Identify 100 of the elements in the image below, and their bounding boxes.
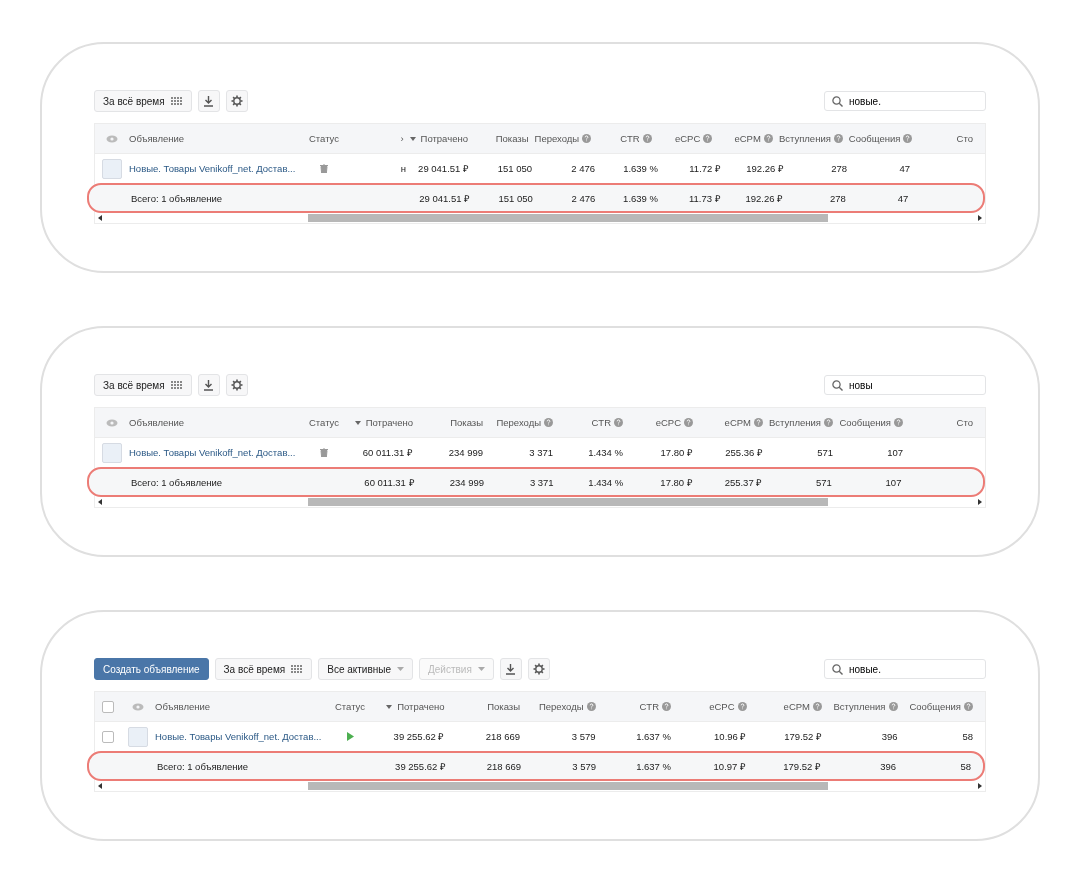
table-cell: 29 041.51 ₽ [418,162,469,175]
table-cell: 107 [887,447,903,458]
scrollbar-thumb[interactable] [308,214,828,222]
scroll-right-icon[interactable] [978,499,982,505]
table-cell: 218 669 [485,731,520,742]
table-cell: 571 [817,447,833,458]
period-button[interactable]: За всё время [214,658,313,680]
column-header[interactable]: Статус [335,701,365,712]
help-icon[interactable] [737,702,747,711]
help-icon[interactable] [754,418,763,427]
help-icon[interactable] [642,134,652,143]
column-header[interactable]: Потрачено [386,701,451,712]
dropdown-button[interactable]: Все активные [318,658,414,680]
column-header[interactable]: Показы [495,133,535,144]
scroll-left-icon[interactable] [98,499,102,505]
help-icon[interactable] [582,134,592,143]
column-header[interactable]: Сообщения [848,133,919,144]
column-header[interactable]: Статус [309,133,339,144]
column-header[interactable]: Статус [309,417,339,428]
table-cell: 179.52 ₽ [783,759,821,773]
settings-button[interactable] [225,90,248,112]
create-ad-button[interactable]: Создать объявление [94,658,209,680]
scroll-right-icon[interactable] [978,215,982,221]
table-cell: 396 [880,760,896,772]
ad-link[interactable]: Новые. Товары Venikoff_net. Достав... [129,447,299,458]
scrollbar-thumb[interactable] [308,498,828,506]
scrollbar-thumb[interactable] [308,782,828,790]
column-header[interactable]: Показы [450,417,489,428]
total-label: Всего: 1 объявление [131,476,224,488]
column-header[interactable]: eCPM [783,701,828,712]
table-cell: 1.639 % [623,192,658,204]
column-header[interactable]: eCPM [734,133,779,144]
column-header[interactable]: Переходы [496,417,559,428]
help-icon[interactable] [824,418,833,427]
table-cell: 2 476 [571,163,595,174]
column-header[interactable]: CTR [639,701,677,712]
column-header[interactable]: Потрачено [409,133,474,144]
ad-link[interactable]: Новые. Товары Venikoff_net. Достав... [129,163,299,174]
download-button[interactable] [499,658,522,680]
scroll-left-icon[interactable] [98,783,102,789]
settings-button[interactable] [527,658,550,680]
column-header[interactable]: Вступления [833,701,904,712]
help-icon[interactable] [614,418,623,427]
column-header[interactable]: Вступления [778,133,849,144]
select-all-checkbox[interactable] [102,700,114,713]
column-header[interactable]: Сто [956,133,979,144]
table-cell: 1.637 % [636,760,671,772]
help-icon[interactable] [684,418,693,427]
eye-icon[interactable] [106,134,118,143]
table-cell: 107 [885,476,902,488]
settings-icon [230,95,243,107]
eye-icon[interactable] [132,702,144,711]
column-header[interactable]: eCPC [709,701,753,712]
column-header[interactable]: Объявление [129,133,299,144]
column-header[interactable]: Потрачено [354,417,419,428]
total-label: Всего: 1 объявление [131,192,224,204]
column-header[interactable]: Сто [956,417,979,428]
column-header[interactable]: eCPC [674,133,719,144]
ad-link[interactable]: Новые. Товары Venikoff_net. Достав... [155,731,325,742]
column-header[interactable]: Переходы [538,701,602,712]
help-icon[interactable] [763,134,773,143]
help-icon[interactable] [703,134,713,143]
eye-icon[interactable] [106,418,118,427]
column-header[interactable]: Переходы [534,133,598,144]
table-cell: 60 011.31 ₽ [364,475,415,489]
scroll-right-icon[interactable] [978,783,982,789]
column-header[interactable]: eCPM [724,417,769,428]
download-button[interactable] [197,90,220,112]
column-header[interactable]: Объявление [155,701,325,712]
help-icon[interactable] [833,134,843,143]
help-icon[interactable] [813,702,822,711]
help-icon[interactable] [888,702,898,711]
column-header[interactable]: CTR [620,133,658,144]
row-checkbox[interactable] [102,730,114,743]
scroll-left-icon[interactable] [98,215,102,221]
help-icon[interactable] [964,702,973,711]
search-field[interactable]: новые. [824,91,986,111]
column-header[interactable]: eCPC [655,417,699,428]
column-header[interactable]: Объявление [129,417,299,428]
settings-button[interactable] [225,374,248,396]
column-header[interactable]: Сообщения [909,701,979,712]
help-icon[interactable] [544,418,553,427]
period-button[interactable]: За всё время [94,374,192,396]
table-cell: 179.52 ₽ [784,730,822,743]
column-header[interactable]: Сообщения [839,417,909,428]
period-button[interactable]: За всё время [94,90,192,112]
column-header[interactable]: › [400,133,410,144]
table-cell: 39 255.62 ₽ [395,759,446,773]
caret-icon [477,667,485,671]
help-icon[interactable] [586,702,596,711]
help-icon[interactable] [662,702,671,711]
column-header[interactable]: Показы [487,701,526,712]
download-button[interactable] [197,374,220,396]
table-cell: 255.37 ₽ [724,475,763,489]
search-field[interactable]: новые. [824,659,986,679]
column-header[interactable]: Вступления [769,417,839,428]
help-icon[interactable] [903,134,913,143]
search-field[interactable]: новы [824,375,986,395]
column-header[interactable]: CTR [591,417,629,428]
help-icon[interactable] [894,418,903,427]
